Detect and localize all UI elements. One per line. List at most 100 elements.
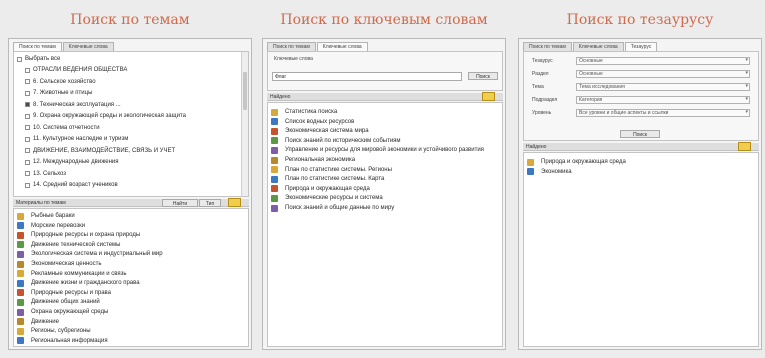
result-item[interactable]: Список водных ресурсов bbox=[271, 117, 492, 127]
keywords-search-button[interactable]: Поиск bbox=[468, 72, 498, 80]
result-item-label: Движение общих знаний bbox=[31, 299, 100, 306]
result-item-label: Список водных ресурсов bbox=[285, 118, 355, 125]
result-item-icon bbox=[17, 222, 24, 230]
keywords-panel: Поиск по темам Ключевые слова Ключевые с… bbox=[262, 38, 506, 350]
chevron-down-icon[interactable]: ▾ bbox=[745, 83, 748, 90]
tree-item-checkbox[interactable] bbox=[25, 125, 30, 130]
tree-item-checkbox[interactable] bbox=[25, 90, 30, 96]
tree-item[interactable]: 14. Средний возраст учеников bbox=[17, 180, 238, 190]
themes-tree-scroll-thumb[interactable] bbox=[243, 72, 247, 110]
result-item-label: Экологическая система и индустриальный м… bbox=[31, 251, 163, 258]
tree-item[interactable]: 11. Культурное наследие и туризм bbox=[17, 134, 238, 144]
thesaurus-select-value: Все уровни и общие аспекты и ссылки bbox=[579, 110, 669, 116]
tree-item[interactable]: 9. Охрана окружающей среды и экологическ… bbox=[17, 111, 238, 121]
result-item[interactable]: Движение технической системы bbox=[17, 240, 238, 250]
result-item-icon bbox=[17, 308, 24, 316]
result-item[interactable]: Экономическая ценность bbox=[17, 259, 238, 269]
result-item[interactable]: Морские перевозки bbox=[17, 221, 238, 231]
tree-item-checkbox[interactable] bbox=[25, 159, 30, 165]
chevron-down-icon[interactable]: ▾ bbox=[745, 96, 748, 103]
tree-item-label: 9. Охрана окружающей среды и экологическ… bbox=[33, 113, 186, 119]
themes-action-button[interactable] bbox=[228, 198, 241, 207]
thesaurus-search-button[interactable]: Поиск bbox=[620, 130, 660, 138]
tree-item-label: 8. Техническая эксплуатация ... bbox=[33, 101, 121, 108]
result-item[interactable]: Экономическая система мира bbox=[271, 126, 492, 136]
result-item[interactable]: Природа и окружающая среда bbox=[271, 184, 492, 194]
thesaurus-select[interactable]: Тема исследования ▾ bbox=[576, 83, 750, 91]
tree-item-label: 11. Культурное наследие и туризм bbox=[33, 136, 129, 142]
tree-item-checkbox[interactable] bbox=[25, 182, 30, 188]
chevron-down-icon[interactable]: ▾ bbox=[745, 57, 748, 64]
tree-item-checkbox[interactable] bbox=[25, 102, 30, 107]
result-item[interactable]: Статистика поиска bbox=[271, 107, 492, 117]
result-item-label: Экономическая ценность bbox=[31, 261, 102, 267]
result-item[interactable]: Движение bbox=[17, 317, 238, 327]
result-item[interactable]: Природные ресурсы и охрана природы bbox=[17, 230, 238, 240]
tree-item-checkbox[interactable] bbox=[25, 67, 30, 73]
chevron-down-icon[interactable]: ▾ bbox=[745, 109, 748, 116]
result-item-icon bbox=[271, 127, 278, 135]
result-item-icon bbox=[17, 212, 24, 220]
result-item-label: Экономическая система мира bbox=[285, 128, 369, 135]
tree-item[interactable]: 8. Техническая эксплуатация ... bbox=[17, 100, 238, 110]
keywords-input[interactable]: Флаг bbox=[272, 72, 462, 81]
result-item[interactable]: Региональная информация bbox=[17, 336, 238, 346]
result-item[interactable]: Региональная экономика bbox=[271, 155, 492, 165]
result-item-label: Статистика поиска bbox=[285, 109, 338, 115]
tree-item-checkbox[interactable] bbox=[25, 79, 30, 84]
result-item[interactable]: Движение общих знаний bbox=[17, 297, 238, 307]
result-item[interactable]: Экономика bbox=[527, 167, 748, 177]
tree-item[interactable]: 10. Система отчетности bbox=[17, 123, 238, 133]
themes-find-button[interactable]: Найти bbox=[162, 199, 198, 207]
result-item-icon bbox=[271, 194, 278, 202]
result-item[interactable]: Поиск знаний по историческим событиям bbox=[271, 136, 492, 146]
keywords-results-bar: Найдено bbox=[267, 93, 503, 101]
select-all-row[interactable]: Выбрать все bbox=[17, 54, 238, 64]
thesaurus-select[interactable]: Основные ▾ bbox=[576, 57, 750, 65]
tree-item-label: 14. Средний возраст учеников bbox=[33, 182, 118, 188]
result-item[interactable]: Рекламные коммуникации и связь bbox=[17, 269, 238, 279]
result-item[interactable]: Управление и ресурсы для мировой экономи… bbox=[271, 145, 492, 155]
result-item[interactable]: Поиск знаний и общие данные по миру bbox=[271, 203, 492, 213]
result-item-icon bbox=[17, 318, 24, 326]
tree-item[interactable]: ОТРАСЛИ ВЕДЕНИЯ ОБЩЕСТВА bbox=[17, 65, 238, 75]
result-item[interactable]: План по статистике системы. Карта bbox=[271, 174, 492, 184]
tree-item[interactable]: 12. Международные движения bbox=[17, 157, 238, 167]
heading-keywords: Поиск по ключевым словам bbox=[280, 12, 488, 28]
result-item-icon bbox=[271, 146, 278, 154]
thesaurus-form-box: Тезаурус Основные ▾ Раздел Основные ▾ Тема Тема… bbox=[523, 51, 759, 141]
tree-item[interactable]: ДВИЖЕНИЕ, ВЗАИМОДЕЙСТВИЕ, СВЯЗЬ И УЧЕТ bbox=[17, 146, 238, 156]
themes-type-button[interactable]: Тип bbox=[199, 199, 221, 207]
result-item-icon bbox=[17, 327, 24, 335]
result-item[interactable]: Экономические ресурсы и система bbox=[271, 193, 492, 203]
thesaurus-select[interactable]: Основные ▾ bbox=[576, 70, 750, 78]
tree-item-checkbox[interactable] bbox=[25, 136, 30, 142]
result-item[interactable]: Регионы, субрегионы bbox=[17, 326, 238, 336]
themes-results-box: Рыбные бараки Морские перевозки Природные … bbox=[13, 208, 249, 347]
thesaurus-select[interactable]: Категория ▾ bbox=[576, 96, 750, 104]
themes-tree-scrollbar[interactable] bbox=[241, 52, 248, 196]
tree-item[interactable]: 13. Сельхоз bbox=[17, 169, 238, 179]
select-all-checkbox[interactable] bbox=[17, 56, 22, 62]
chevron-down-icon[interactable]: ▾ bbox=[745, 70, 748, 77]
result-item[interactable]: Экологическая система и индустриальный м… bbox=[17, 249, 238, 259]
tree-item[interactable]: 7. Животные и птицы bbox=[17, 88, 238, 98]
thesaurus-select[interactable]: Все уровни и общие аспекты и ссылки ▾ bbox=[576, 109, 750, 117]
result-item[interactable]: Охрана окружающей среды bbox=[17, 307, 238, 317]
keywords-action-button[interactable] bbox=[482, 92, 495, 101]
result-item[interactable]: Природа и окружающая среда bbox=[527, 157, 748, 167]
result-item[interactable]: Движение жизни и гражданского права bbox=[17, 278, 238, 288]
tree-item-checkbox[interactable] bbox=[25, 171, 30, 176]
result-item-label: Морские перевозки bbox=[31, 222, 86, 229]
result-item-icon bbox=[271, 156, 278, 164]
result-item[interactable]: План по статистике системы. Регионы bbox=[271, 165, 492, 175]
result-item[interactable]: Рыбные бараки bbox=[17, 211, 238, 221]
thesaurus-results-box: Природа и окружающая среда Экономика bbox=[523, 152, 759, 347]
result-item-label: Охрана окружающей среды bbox=[31, 309, 109, 315]
result-item[interactable]: Природные ресурсы и права bbox=[17, 288, 238, 298]
tree-item[interactable]: 6. Сельское хозяйство bbox=[17, 77, 238, 87]
result-item-icon bbox=[17, 270, 24, 278]
thesaurus-action-button[interactable] bbox=[738, 142, 751, 151]
tree-item-checkbox[interactable] bbox=[25, 148, 30, 153]
tree-item-checkbox[interactable] bbox=[25, 113, 30, 119]
